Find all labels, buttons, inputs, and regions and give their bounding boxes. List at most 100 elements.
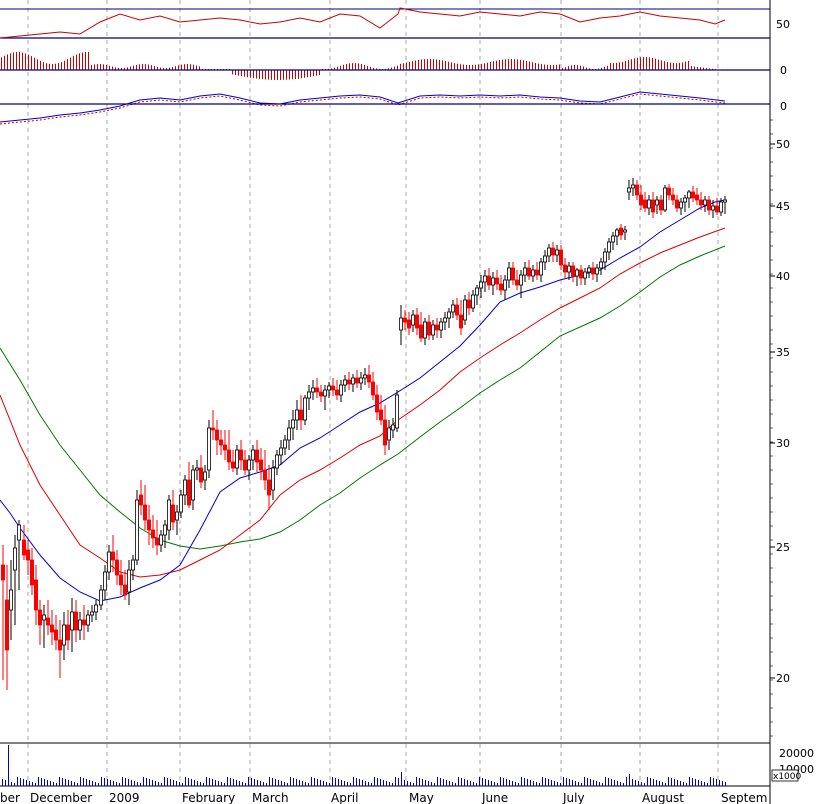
candle-body — [270, 467, 275, 491]
volume-bar — [113, 781, 114, 786]
volume-bar — [398, 778, 399, 786]
volume-bar — [299, 780, 300, 786]
candle-body — [643, 199, 648, 209]
histogram-bar — [82, 52, 83, 70]
volume-bar — [419, 778, 420, 786]
volume-bar — [626, 777, 627, 786]
volume-bar — [638, 781, 639, 786]
volume-bar — [539, 783, 540, 786]
volume-bar — [629, 774, 630, 786]
candle-body — [158, 534, 163, 546]
volume-bar — [254, 779, 255, 786]
volume-bar — [347, 782, 348, 786]
histogram-bar — [490, 62, 491, 70]
volume-bar — [134, 781, 135, 786]
histogram-bar — [67, 59, 68, 70]
volume-bar — [215, 780, 216, 786]
histogram-bar — [232, 70, 233, 75]
candle-body — [490, 277, 495, 286]
histogram-bar — [187, 64, 188, 70]
volume-bar — [47, 780, 48, 786]
histogram-bar — [46, 63, 47, 70]
candle-body — [482, 275, 487, 283]
volume-bar — [488, 780, 489, 786]
volume-bar — [269, 777, 270, 786]
volume-bar — [104, 778, 105, 786]
histogram-bar — [364, 64, 365, 70]
histogram-bar — [283, 70, 284, 80]
volume-bar — [437, 777, 438, 786]
candle-body — [54, 629, 59, 641]
volume-bar — [110, 780, 111, 786]
volume-bar — [716, 779, 717, 786]
volume-bar — [530, 780, 531, 786]
volume-bar — [71, 781, 72, 786]
volume-bar — [461, 778, 462, 786]
candle-body — [619, 227, 624, 236]
histogram-bar — [340, 65, 341, 70]
histogram-bar — [610, 62, 611, 70]
candle-body — [278, 447, 283, 456]
candle-body — [655, 199, 660, 206]
candle-body — [12, 547, 17, 571]
candle-body — [691, 191, 696, 199]
histogram-bar — [145, 64, 146, 70]
candle-body — [170, 504, 175, 523]
candle-body — [154, 537, 159, 546]
histogram-bar — [553, 64, 554, 70]
volume-bar — [371, 783, 372, 786]
candle-body — [5, 599, 10, 651]
histogram-bar — [292, 70, 293, 80]
volume-bar — [464, 779, 465, 786]
candle-body — [16, 524, 21, 541]
volume-bar — [377, 778, 378, 786]
candle-body — [470, 294, 475, 309]
histogram-bar — [103, 64, 104, 70]
volume-bar — [209, 778, 210, 786]
volume-bar — [680, 781, 681, 786]
volume-bar — [314, 778, 315, 786]
price-tick-35: 35 — [776, 346, 790, 359]
candle-body — [119, 574, 124, 586]
candle-body — [687, 191, 692, 199]
volume-bar — [284, 782, 285, 786]
histogram-bar — [664, 61, 665, 70]
candle-body — [286, 427, 291, 441]
volume-bar — [350, 783, 351, 786]
candle-body — [107, 551, 112, 573]
volume-bar — [665, 783, 666, 786]
candle-body — [599, 261, 604, 269]
candle-body — [543, 255, 548, 263]
histogram-bar — [397, 65, 398, 70]
histogram-bar — [517, 59, 518, 70]
volume-bar — [698, 780, 699, 786]
candle-body — [82, 619, 87, 626]
candle-body — [182, 479, 187, 496]
candle-body — [563, 264, 568, 273]
volume-bar — [101, 777, 102, 786]
candle-body — [446, 311, 451, 319]
volume-bar — [518, 783, 519, 786]
candle-body — [498, 283, 503, 291]
candle-body — [202, 471, 207, 481]
histogram-bar — [493, 61, 494, 70]
candle-body — [458, 314, 463, 329]
volume-bar — [182, 783, 183, 786]
histogram-bar — [274, 70, 275, 80]
price-tick-30: 30 — [776, 437, 790, 450]
histogram-bar — [496, 60, 497, 70]
candle-body — [42, 614, 47, 621]
histogram-bar — [688, 60, 689, 70]
volume-bar — [602, 783, 603, 786]
histogram-bar — [502, 59, 503, 70]
volume-bar — [722, 781, 723, 786]
histogram-bar — [514, 59, 515, 70]
volume-bar — [272, 778, 273, 786]
volume-bar — [719, 780, 720, 786]
candle-body — [535, 269, 540, 276]
histogram-bar — [70, 57, 71, 70]
histogram-bar — [64, 60, 65, 70]
volume-bar — [431, 782, 432, 786]
histogram-bar — [646, 57, 647, 70]
histogram-bar — [577, 65, 578, 70]
